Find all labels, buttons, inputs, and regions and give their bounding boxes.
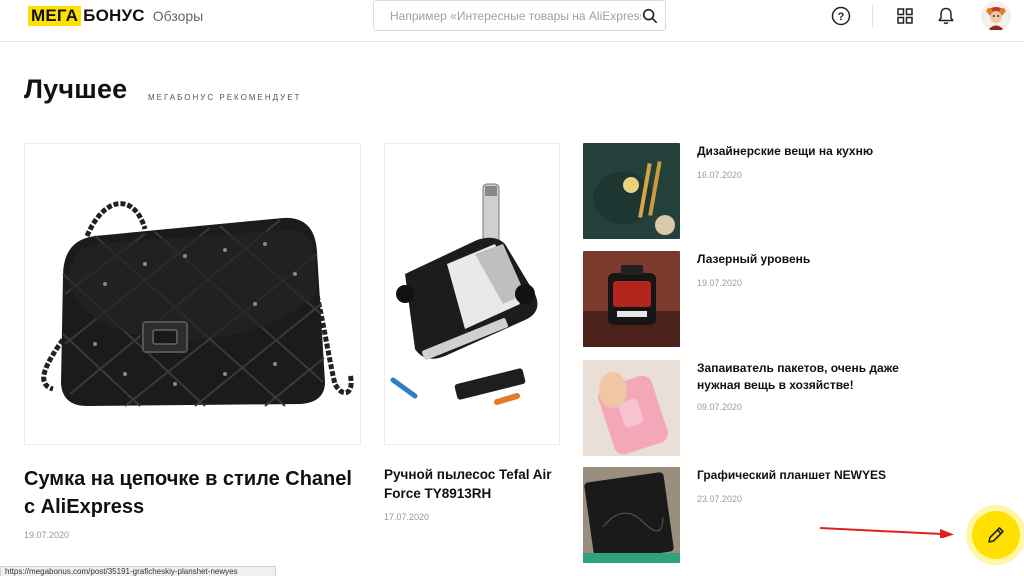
logo-bonus: БОНУС bbox=[83, 6, 145, 25]
search-box[interactable] bbox=[373, 0, 666, 31]
logo-section-label[interactable]: Обзоры bbox=[153, 6, 204, 26]
handbag-image bbox=[25, 144, 360, 444]
logo-mega: МЕГА bbox=[28, 6, 82, 26]
list-item-title[interactable]: Графический планшет NEWYES bbox=[697, 467, 927, 484]
featured-title-vacuum[interactable]: Ручной пылесос Tefal Air Force TY8913RH bbox=[384, 465, 564, 503]
top-header: МЕГА БОНУС Обзоры ? bbox=[0, 0, 1024, 42]
featured-date-vacuum: 17.07.2020 bbox=[384, 512, 430, 522]
list-item-title[interactable]: Лазерный уровень bbox=[697, 251, 927, 268]
list-item[interactable]: Графический планшет NEWYES 23.07.2020 bbox=[583, 467, 1003, 565]
featured-image-handbag[interactable] bbox=[24, 143, 361, 445]
search-input[interactable] bbox=[390, 8, 642, 23]
featured-date-handbag: 19.07.2020 bbox=[24, 530, 70, 540]
list-item[interactable]: Запаиватель пакетов, очень даже нужная в… bbox=[583, 360, 1003, 458]
grid-icon[interactable] bbox=[895, 6, 915, 26]
list-item-title[interactable]: Дизайнерские вещи на кухню bbox=[697, 143, 927, 160]
bell-icon[interactable] bbox=[936, 6, 956, 26]
bag-sealer-thumbnail bbox=[583, 360, 680, 456]
list-item-date: 09.07.2020 bbox=[697, 402, 743, 412]
help-icon[interactable]: ? bbox=[831, 6, 851, 26]
list-item-title[interactable]: Запаиватель пакетов, очень даже нужная в… bbox=[697, 360, 927, 394]
featured-title-handbag[interactable]: Сумка на цепочке в стиле Chanel с AliExp… bbox=[24, 465, 354, 521]
kitchen-thumbnail bbox=[583, 143, 680, 239]
logo[interactable]: МЕГА БОНУС Обзоры bbox=[28, 6, 203, 26]
header-divider bbox=[872, 5, 873, 27]
svg-text:?: ? bbox=[838, 11, 845, 23]
list-item-date: 23.07.2020 bbox=[697, 494, 743, 504]
tablet-thumbnail bbox=[583, 467, 680, 563]
write-post-button[interactable] bbox=[972, 511, 1020, 559]
vacuum-image bbox=[385, 144, 559, 444]
pencil-icon bbox=[988, 527, 1004, 543]
list-item-date: 16.07.2020 bbox=[697, 170, 743, 180]
list-item[interactable]: Дизайнерские вещи на кухню 16.07.2020 bbox=[583, 143, 1003, 241]
page-subtitle: мегабонус рекомендует bbox=[148, 93, 302, 102]
red-arrow-annotation bbox=[819, 527, 954, 538]
list-item[interactable]: Лазерный уровень 19.07.2020 bbox=[583, 251, 1003, 349]
featured-image-vacuum[interactable] bbox=[384, 143, 560, 445]
avatar[interactable] bbox=[981, 1, 1011, 31]
list-item-date: 19.07.2020 bbox=[697, 278, 743, 288]
page-title: Лучшее bbox=[24, 74, 128, 104]
laser-level-thumbnail bbox=[583, 251, 680, 347]
search-icon[interactable] bbox=[641, 7, 659, 25]
status-bar-url: https://megabonus.com/post/35191-grafich… bbox=[0, 566, 276, 576]
